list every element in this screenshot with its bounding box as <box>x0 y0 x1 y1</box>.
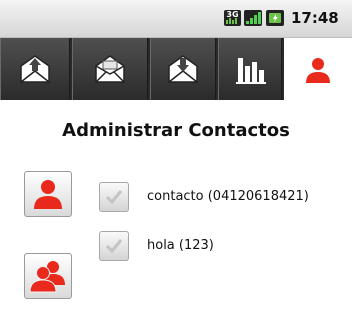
signal-icon <box>244 10 262 26</box>
tab-underline <box>0 100 352 103</box>
checkmark-icon <box>105 190 123 205</box>
person-icon <box>34 180 62 209</box>
contact-label: contacto (04120618421) <box>147 189 309 204</box>
contact-checkbox[interactable] <box>99 231 129 261</box>
group-icon <box>29 261 65 293</box>
envelope-up-icon <box>20 55 50 83</box>
clock-time: 17:48 <box>291 9 339 27</box>
page-title: Administrar Contactos <box>62 120 290 141</box>
contact-label: hola (123) <box>147 238 214 253</box>
checkmark-icon <box>105 239 123 254</box>
tab-statistics[interactable] <box>218 38 282 100</box>
add-group-button[interactable] <box>24 253 72 299</box>
tab-bar <box>0 38 352 102</box>
3g-icon: 3G <box>224 10 241 26</box>
person-icon <box>306 58 330 83</box>
tab-open-mail[interactable] <box>72 38 148 100</box>
tab-contacts[interactable] <box>284 38 352 102</box>
status-bar: 3G 17:48 <box>0 0 352 38</box>
tab-inbox-download[interactable] <box>150 38 216 100</box>
bar-chart-icon <box>236 58 266 84</box>
tab-inbox-upload[interactable] <box>0 38 70 100</box>
contact-checkbox[interactable] <box>99 182 129 212</box>
battery-icon <box>266 10 284 26</box>
envelope-open-icon <box>95 55 125 83</box>
envelope-down-icon <box>168 55 198 83</box>
add-contact-button[interactable] <box>24 171 72 217</box>
